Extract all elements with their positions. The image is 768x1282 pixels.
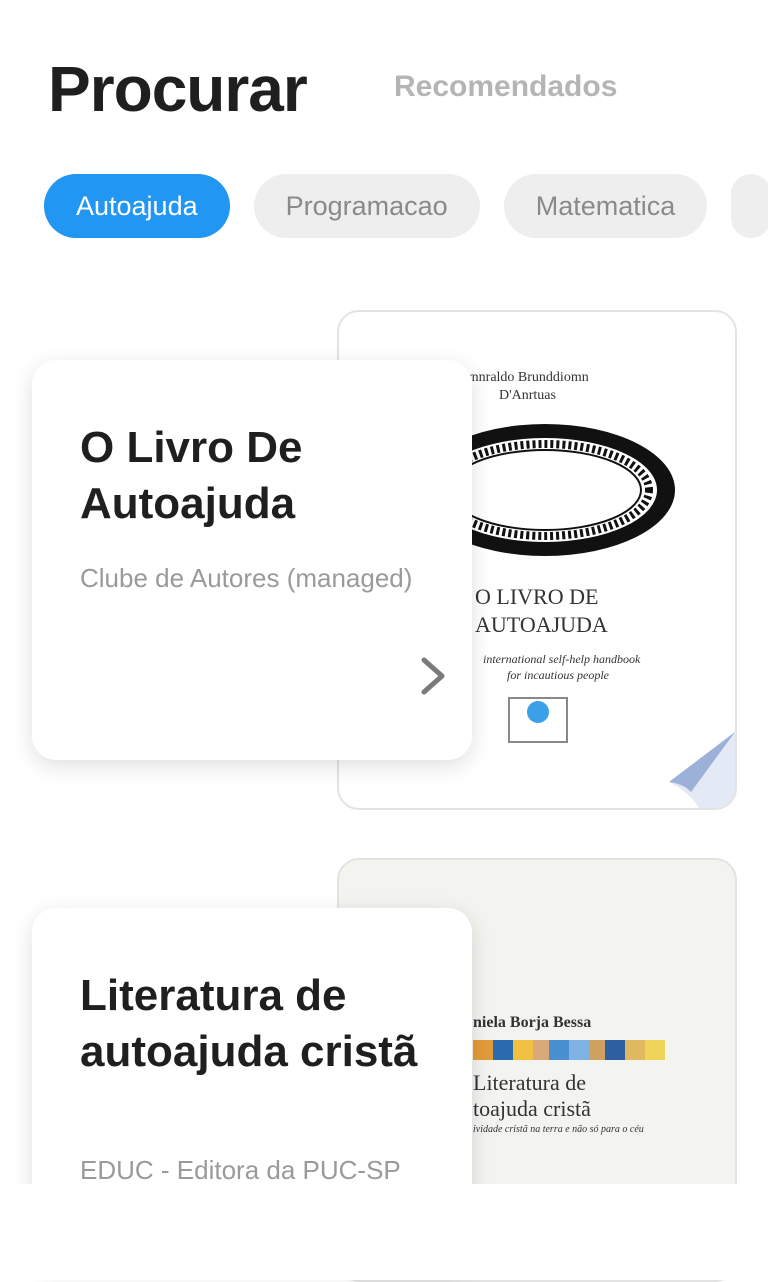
header: Procurar Recomendados: [48, 52, 748, 132]
chip-autoajuda[interactable]: Autoajuda: [44, 174, 230, 238]
cover-subtitle: for incautious people: [507, 668, 609, 682]
book-item[interactable]: rnnraldo Brunddiomn D'Anrtuas O LIVRO DE…: [0, 310, 768, 810]
tab-recommended[interactable]: Recomendados: [394, 70, 617, 104]
cover-author-line: rnnraldo Brunddiomn: [467, 370, 589, 385]
chip-matematica[interactable]: Matematica: [503, 174, 708, 238]
book-author: Clube de Autores (managed): [80, 563, 413, 593]
bottom-blank-area: [0, 1184, 768, 1280]
page-title: Procurar: [48, 53, 308, 125]
cover-subtitle: international self-help handbook: [483, 652, 641, 666]
cover-title-line: toajuda cristã: [473, 1096, 591, 1121]
book-title: Literatura de autoajuda cristã: [80, 971, 418, 1076]
cover-author-line: niela Borja Bessa: [473, 1014, 592, 1031]
cover-subtitle: ividade cristã na terra e não só para o …: [473, 1124, 644, 1135]
book-author: EDUC - Editora da PUC-SP: [80, 1155, 401, 1185]
category-chips: Autoajuda Programacao Matematica: [44, 174, 768, 238]
cover-badge: [508, 697, 568, 743]
cover-title-line: O LIVRO DE: [475, 584, 599, 609]
chip-programacao[interactable]: Programacao: [253, 174, 480, 238]
book-title: O Livro De Autoajuda: [80, 423, 303, 528]
cover-title-line: Literatura de: [473, 1070, 586, 1095]
book-card[interactable]: O Livro De Autoajuda Clube de Autores (m…: [32, 360, 472, 760]
cover-title-line: AUTOAJUDA: [475, 612, 608, 637]
chevron-right-icon[interactable]: [416, 654, 452, 698]
cover-author-line: D'Anrtuas: [499, 388, 556, 403]
chip-more[interactable]: [731, 174, 768, 238]
book-item[interactable]: niela Borja Bessa Literatura de toajuda …: [0, 858, 768, 1282]
cover-color-strip: [473, 1040, 665, 1060]
